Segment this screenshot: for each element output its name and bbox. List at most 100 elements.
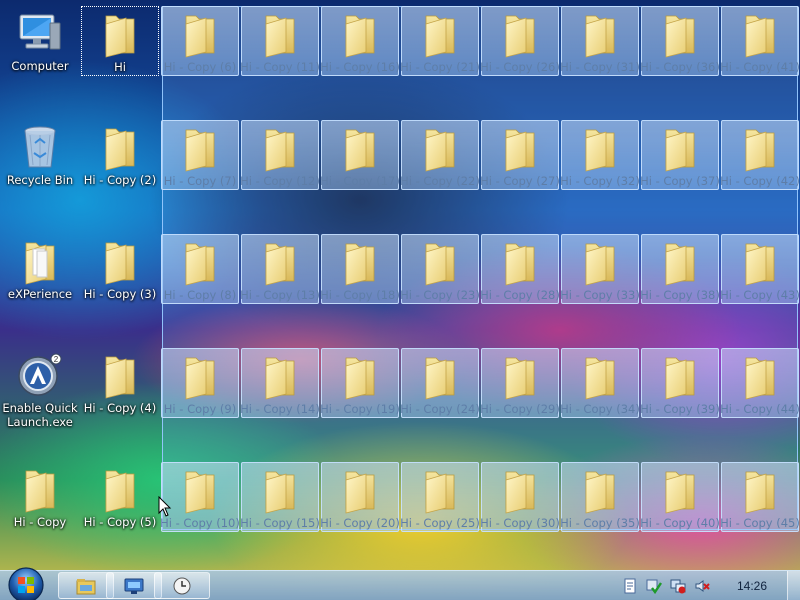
folder-icon	[96, 462, 144, 513]
desktop-icon-hi-copy-23[interactable]: Hi - Copy (23)	[400, 234, 480, 304]
desktop-icon-hi-copy-17[interactable]: Hi - Copy (17)	[320, 120, 400, 190]
folder-icon	[736, 463, 784, 514]
desktop-icon-enable-quick-launch-exe[interactable]: 2 Enable Quick Launch.exe	[1, 348, 79, 432]
desktop-icon-hi-copy-12[interactable]: Hi - Copy (12)	[240, 120, 320, 190]
volume-muted-icon[interactable]	[694, 578, 710, 594]
desktop-icon-label: Hi - Copy (22)	[400, 174, 480, 188]
desktop-icon-label: Hi - Copy (5)	[83, 515, 157, 529]
desktop-icon-label: Hi - Copy (41)	[720, 60, 800, 74]
desktop-icon-hi-copy-32[interactable]: Hi - Copy (32)	[560, 120, 640, 190]
desktop-icon-hi-copy-39[interactable]: Hi - Copy (39)	[640, 348, 720, 418]
desktop-icon-hi-copy-33[interactable]: Hi - Copy (33)	[560, 234, 640, 304]
desktop-icon-experience[interactable]: eXPerience	[1, 234, 79, 304]
desktop-icon-hi-copy-8[interactable]: Hi - Copy (8)	[161, 234, 239, 304]
folder-icon	[336, 121, 384, 172]
folder-icon	[176, 349, 224, 400]
desktop-icon-hi-copy-43[interactable]: Hi - Copy (43)	[720, 234, 800, 304]
clock-app-icon	[173, 577, 191, 594]
desktop-icon-hi-copy-14[interactable]: Hi - Copy (14)	[240, 348, 320, 418]
folder-icon	[496, 349, 544, 400]
desktop-icon-label: Hi - Copy (26)	[480, 60, 560, 74]
desktop-icon-hi-copy-27[interactable]: Hi - Copy (27)	[480, 120, 560, 190]
desktop-icon-hi-copy-29[interactable]: Hi - Copy (29)	[480, 348, 560, 418]
desktop-icon-hi[interactable]: Hi	[81, 6, 159, 76]
desktop-icon-hi-copy-6[interactable]: Hi - Copy (6)	[161, 6, 239, 76]
desktop-icon-hi-copy-9[interactable]: Hi - Copy (9)	[161, 348, 239, 418]
desktop-icon-label: Hi - Copy (12)	[240, 174, 320, 188]
desktop-icon-hi-copy-38[interactable]: Hi - Copy (38)	[640, 234, 720, 304]
desktop-icon-label: Hi - Copy (33)	[560, 288, 640, 302]
desktop-icon-label: Hi - Copy (15)	[240, 516, 320, 530]
desktop-icon-hi-copy-41[interactable]: Hi - Copy (41)	[720, 6, 800, 76]
desktop-icon-hi-copy-3[interactable]: Hi - Copy (3)	[81, 234, 159, 304]
desktop-icon-label: Hi - Copy (25)	[400, 516, 480, 530]
desktop-icon-hi-copy-7[interactable]: Hi - Copy (7)	[161, 120, 239, 190]
desktop-icon-hi-copy-34[interactable]: Hi - Copy (34)	[560, 348, 640, 418]
desktop-icon-hi-copy-37[interactable]: Hi - Copy (37)	[640, 120, 720, 190]
desktop-icon-hi-copy-20[interactable]: Hi - Copy (20)	[320, 462, 400, 532]
desktop-icon-label: Hi - Copy (18)	[320, 288, 400, 302]
mouse-pointer-icon	[158, 496, 172, 517]
desktop-icon-label: Hi - Copy	[13, 515, 67, 529]
folder-icon	[496, 235, 544, 286]
desktop-icon-label: Hi - Copy (11)	[240, 60, 320, 74]
desktop-icon-hi-copy-19[interactable]: Hi - Copy (19)	[320, 348, 400, 418]
desktop-icon-computer[interactable]: Computer	[1, 6, 79, 76]
desktop-icon-label: eXPerience	[7, 287, 73, 301]
desktop-icon-hi-copy-16[interactable]: Hi - Copy (16)	[320, 6, 400, 76]
desktop-icon-hi-copy-25[interactable]: Hi - Copy (25)	[400, 462, 480, 532]
desktop-icon-hi-copy-11[interactable]: Hi - Copy (11)	[240, 6, 320, 76]
desktop-icon-hi-copy-31[interactable]: Hi - Copy (31)	[560, 6, 640, 76]
desktop-icon-hi-copy-28[interactable]: Hi - Copy (28)	[480, 234, 560, 304]
desktop-icon-label: Hi - Copy (8)	[163, 288, 237, 302]
desktop-icon-hi-copy-35[interactable]: Hi - Copy (35)	[560, 462, 640, 532]
desktop-icon-hi-copy-22[interactable]: Hi - Copy (22)	[400, 120, 480, 190]
network-error-icon[interactable]	[670, 578, 686, 594]
recycle-bin-icon	[16, 120, 64, 171]
folder-icon	[416, 235, 464, 286]
desktop-icon-hi-copy-42[interactable]: Hi - Copy (42)	[720, 120, 800, 190]
desktop-icon-hi-copy-4[interactable]: Hi - Copy (4)	[81, 348, 159, 418]
desktop-icon-label: Hi - Copy (10)	[160, 516, 240, 530]
desktop-icon-label: Hi - Copy (2)	[83, 173, 157, 187]
desktop-icon-label: Hi - Copy (20)	[320, 516, 400, 530]
desktop-icon-hi-copy-30[interactable]: Hi - Copy (30)	[480, 462, 560, 532]
folder-icon	[96, 234, 144, 285]
desktop-icon-label: Hi - Copy (45)	[720, 516, 800, 530]
folder-documents-icon	[16, 234, 64, 285]
desktop-icon-hi-copy-15[interactable]: Hi - Copy (15)	[240, 462, 320, 532]
desktop-icon-hi-copy-44[interactable]: Hi - Copy (44)	[720, 348, 800, 418]
desktop-icon-recycle-bin[interactable]: Recycle Bin	[1, 120, 79, 190]
desktop-icon-hi-copy-36[interactable]: Hi - Copy (36)	[640, 6, 720, 76]
desktop-icon-hi-copy-40[interactable]: Hi - Copy (40)	[640, 462, 720, 532]
desktop-icon-label: Hi - Copy (3)	[83, 287, 157, 301]
desktop-icon-hi-copy-24[interactable]: Hi - Copy (24)	[400, 348, 480, 418]
folder-icon	[576, 7, 624, 58]
folder-icon	[16, 462, 64, 513]
taskbar-clock-app-button[interactable]	[154, 572, 210, 599]
desktop-icon-label: Hi - Copy (9)	[163, 402, 237, 416]
desktop-icon-label: Hi - Copy (13)	[240, 288, 320, 302]
desktop-icon-hi-copy-10[interactable]: Hi - Copy (10)	[160, 462, 240, 532]
desktop-icon-hi-copy-18[interactable]: Hi - Copy (18)	[320, 234, 400, 304]
desktop-icon-hi-copy-26[interactable]: Hi - Copy (26)	[480, 6, 560, 76]
security-check-icon[interactable]	[646, 578, 662, 594]
document-icon[interactable]	[622, 578, 638, 594]
desktop-icon-hi-copy-5[interactable]: Hi - Copy (5)	[81, 462, 159, 532]
show-desktop-button[interactable]	[787, 571, 800, 600]
desktop-icon-label: Hi - Copy (14)	[240, 402, 320, 416]
start-button[interactable]	[6, 565, 46, 600]
taskbar-clock[interactable]: 14:26	[724, 571, 780, 600]
folder-icon	[96, 348, 144, 399]
desktop-icon-hi-copy-13[interactable]: Hi - Copy (13)	[240, 234, 320, 304]
desktop-icon-hi-copy-45[interactable]: Hi - Copy (45)	[720, 462, 800, 532]
desktop-icon-hi-copy[interactable]: Hi - Copy	[1, 462, 79, 532]
folder-icon	[576, 463, 624, 514]
desktop-icon-label: Hi - Copy (37)	[640, 174, 720, 188]
desktop-icon-label: Hi - Copy (36)	[640, 60, 720, 74]
folder-icon	[176, 235, 224, 286]
folder-icon	[736, 349, 784, 400]
folder-icon	[496, 7, 544, 58]
desktop-icon-hi-copy-2[interactable]: Hi - Copy (2)	[81, 120, 159, 190]
desktop-icon-hi-copy-21[interactable]: Hi - Copy (21)	[400, 6, 480, 76]
